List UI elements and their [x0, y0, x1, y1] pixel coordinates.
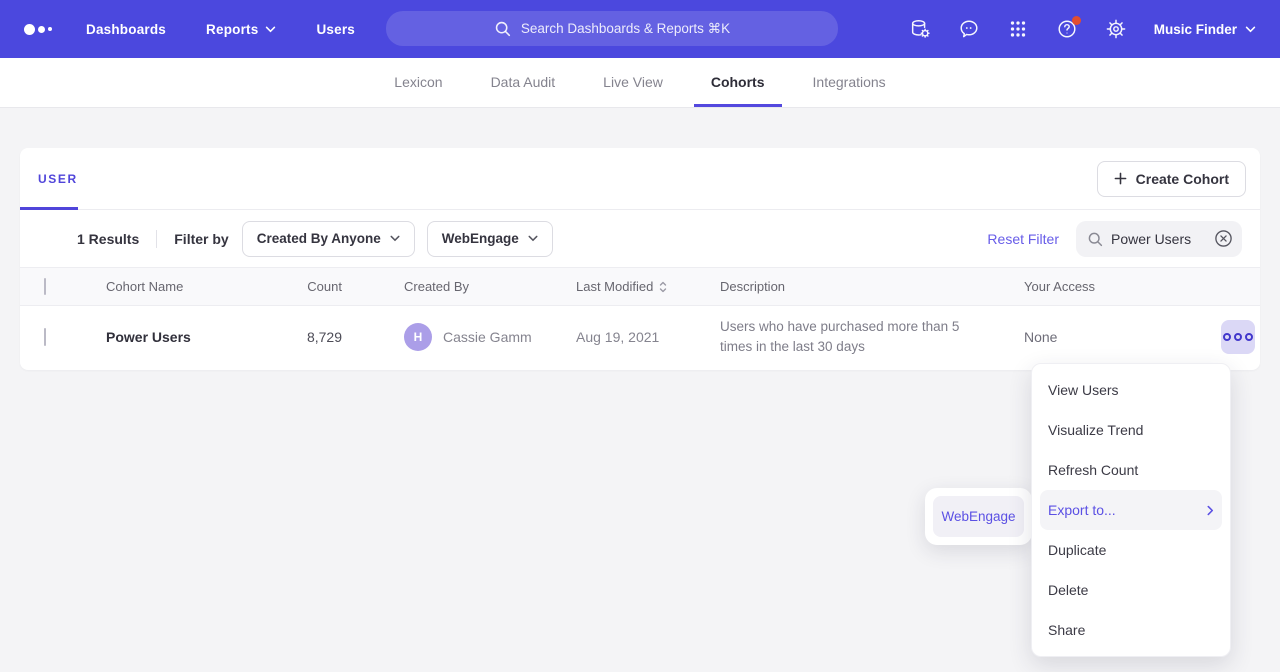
- plus-icon: [1114, 172, 1127, 185]
- nav-item-reports[interactable]: Reports: [206, 22, 276, 37]
- tab-cohorts[interactable]: Cohorts: [687, 58, 789, 107]
- search-placeholder: Search Dashboards & Reports ⌘K: [521, 21, 730, 37]
- menu-item-refresh-count[interactable]: Refresh Count: [1040, 450, 1222, 490]
- filter-bar: 1 Results Filter by Created By Anyone We…: [20, 210, 1260, 268]
- reset-filter-link[interactable]: Reset Filter: [987, 231, 1059, 247]
- nav-item-users[interactable]: Users: [316, 22, 355, 37]
- select-all-checkbox[interactable]: [44, 278, 46, 295]
- cohort-description: Users who have purchased more than 5 tim…: [720, 317, 1024, 356]
- sort-icon: [659, 281, 667, 293]
- data-management-icon[interactable]: [909, 18, 931, 40]
- tab-integrations[interactable]: Integrations: [789, 58, 910, 107]
- top-navbar: Dashboards Reports Users Search Dashboar…: [0, 0, 1280, 58]
- export-submenu: WebEngage: [925, 488, 1032, 545]
- table-row: Power Users 8,729 H Cassie Gamm Aug 19, …: [20, 306, 1260, 368]
- menu-item-export-to[interactable]: Export to...: [1040, 490, 1222, 530]
- divider: [156, 230, 157, 248]
- cohort-search-value: Power Users: [1111, 231, 1206, 247]
- more-dots-icon: [1223, 333, 1231, 341]
- menu-item-visualize-trend[interactable]: Visualize Trend: [1040, 410, 1222, 450]
- cohort-search-input[interactable]: Power Users: [1076, 221, 1242, 257]
- cohort-name-link[interactable]: Power Users: [106, 329, 286, 345]
- menu-item-label: Export to...: [1048, 502, 1116, 518]
- main-content: USER Create Cohort 1 Results Filter by C…: [0, 108, 1280, 370]
- filter-by-label: Filter by: [174, 231, 228, 247]
- global-search-input[interactable]: Search Dashboards & Reports ⌘K: [386, 11, 838, 46]
- row-more-menu-button[interactable]: [1221, 320, 1255, 354]
- created-by-filter-dropdown[interactable]: Created By Anyone: [242, 221, 415, 257]
- chevron-right-icon: [1207, 505, 1214, 516]
- notification-badge: [1072, 16, 1081, 25]
- your-access-value: None: [1024, 329, 1177, 345]
- table-header-row: Cohort Name Count Created By Last Modifi…: [20, 268, 1260, 306]
- menu-item-share[interactable]: Share: [1040, 610, 1222, 650]
- submenu-item-webengage[interactable]: WebEngage: [933, 496, 1024, 537]
- header-your-access: Your Access: [1024, 279, 1177, 294]
- integration-filter-dropdown[interactable]: WebEngage: [427, 221, 553, 257]
- create-cohort-label: Create Cohort: [1136, 171, 1229, 187]
- navbar-right: Music Finder: [909, 18, 1256, 40]
- nav-item-label: Reports: [206, 22, 258, 37]
- active-tab-underline: [20, 207, 78, 210]
- menu-item-duplicate[interactable]: Duplicate: [1040, 530, 1222, 570]
- row-checkbox[interactable]: [44, 328, 46, 346]
- cohort-count: 8,729: [286, 329, 342, 345]
- chevron-down-icon: [1245, 26, 1256, 33]
- nav-item-dashboards[interactable]: Dashboards: [86, 22, 166, 37]
- row-context-menu: View Users Visualize Trend Refresh Count…: [1031, 363, 1231, 657]
- primary-nav: Dashboards Reports Users: [86, 22, 355, 37]
- menu-item-delete[interactable]: Delete: [1040, 570, 1222, 610]
- card-header: USER Create Cohort: [20, 148, 1260, 210]
- chevron-down-icon: [528, 235, 538, 242]
- apps-grid-icon[interactable]: [1007, 18, 1029, 40]
- created-by-filter-value: Created By Anyone: [257, 231, 381, 246]
- avatar: H: [404, 323, 432, 351]
- feedback-icon[interactable]: [958, 18, 980, 40]
- tab-data-audit[interactable]: Data Audit: [467, 58, 580, 107]
- project-selector[interactable]: Music Finder: [1154, 22, 1256, 37]
- chevron-down-icon: [265, 26, 276, 33]
- results-count: 1 Results: [77, 231, 139, 247]
- integration-filter-value: WebEngage: [442, 231, 519, 246]
- chevron-down-icon: [390, 235, 400, 242]
- tab-lexicon[interactable]: Lexicon: [370, 58, 466, 107]
- menu-item-view-users[interactable]: View Users: [1040, 370, 1222, 410]
- mixpanel-logo-icon[interactable]: [24, 24, 52, 35]
- create-cohort-button[interactable]: Create Cohort: [1097, 161, 1246, 197]
- nav-item-label: Dashboards: [86, 22, 166, 37]
- section-tabs: Lexicon Data Audit Live View Cohorts Int…: [0, 58, 1280, 108]
- last-modified-date: Aug 19, 2021: [576, 329, 720, 345]
- project-name: Music Finder: [1154, 22, 1237, 37]
- clear-search-icon[interactable]: [1214, 229, 1233, 248]
- cohorts-card: USER Create Cohort 1 Results Filter by C…: [20, 148, 1260, 370]
- help-icon[interactable]: [1056, 18, 1078, 40]
- tab-live-view[interactable]: Live View: [579, 58, 687, 107]
- created-by-name: Cassie Gamm: [443, 329, 532, 345]
- settings-gear-icon[interactable]: [1105, 18, 1127, 40]
- search-icon: [1087, 231, 1103, 247]
- nav-item-label: Users: [316, 22, 355, 37]
- header-count: Count: [286, 279, 342, 294]
- tab-user[interactable]: USER: [38, 172, 78, 186]
- header-cohort-name: Cohort Name: [106, 279, 286, 294]
- header-created-by: Created By: [342, 279, 576, 294]
- header-last-modified[interactable]: Last Modified: [576, 279, 720, 294]
- header-description: Description: [720, 279, 1024, 294]
- search-icon: [494, 20, 511, 37]
- header-last-modified-label: Last Modified: [576, 279, 653, 294]
